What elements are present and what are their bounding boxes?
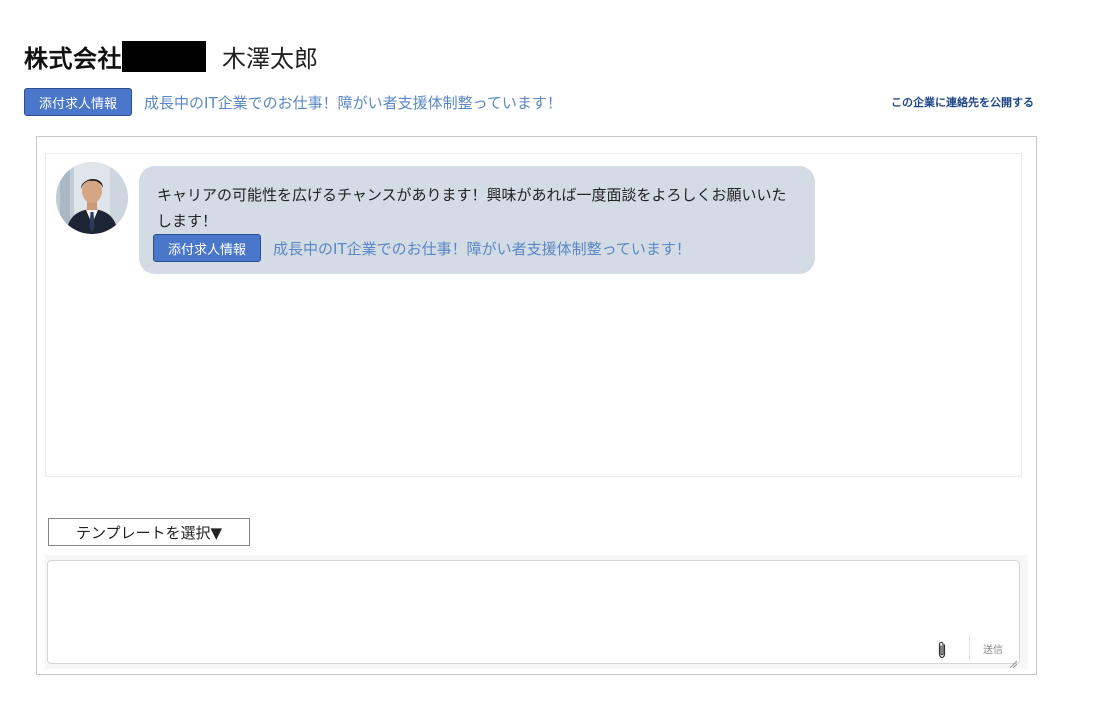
attached-job-link[interactable]: 成長中のIT企業でのお仕事！障がい者支援体制整っています！ — [144, 92, 562, 113]
conversation-header: 株式会社 木澤太郎 — [24, 38, 318, 74]
company-name: 株式会社 — [24, 44, 122, 73]
message-bubble: キャリアの可能性を広げるチャンスがあります！興味があれば一度面談をよろしくお願い… — [139, 166, 815, 274]
message-attached-job: 添付求人情報 成長中のIT企業でのお仕事！障がい者支援体制整っています！ — [153, 234, 797, 262]
chat-history[interactable]: キャリアの可能性を広げるチャンスがあります！興味があれば一度面談をよろしくお願い… — [45, 153, 1022, 477]
message-attached-job-link[interactable]: 成長中のIT企業でのお仕事！障がい者支援体制整っています！ — [273, 238, 691, 259]
publish-contact-link[interactable]: この企業に連絡先を公開する — [891, 94, 1034, 110]
message-input[interactable] — [47, 560, 1020, 664]
message-text: キャリアの可能性を広げるチャンスがあります！興味があれば一度面談をよろしくお願い… — [157, 186, 787, 230]
message-attached-job-button[interactable]: 添付求人情報 — [153, 234, 262, 262]
attached-job-row: 添付求人情報 成長中のIT企業でのお仕事！障がい者支援体制整っています！ この企… — [24, 88, 1034, 116]
user-avatar — [56, 162, 128, 234]
message-page: 株式会社 木澤太郎 添付求人情報 成長中のIT企業でのお仕事！障がい者支援体制整… — [0, 0, 1101, 703]
person-name: 木澤太郎 — [222, 44, 318, 73]
resize-grip-icon[interactable] — [1009, 653, 1018, 669]
attached-job-button[interactable]: 添付求人情報 — [24, 88, 133, 116]
paperclip-icon[interactable] — [932, 638, 952, 662]
template-select[interactable]: テンプレートを選択▼ — [48, 518, 250, 546]
message-panel: キャリアの可能性を広げるチャンスがあります！興味があれば一度面談をよろしくお願い… — [36, 136, 1037, 675]
compose-area: 送信 — [45, 555, 1028, 669]
avatar-image — [56, 162, 128, 234]
redacted-company-name — [122, 40, 206, 72]
